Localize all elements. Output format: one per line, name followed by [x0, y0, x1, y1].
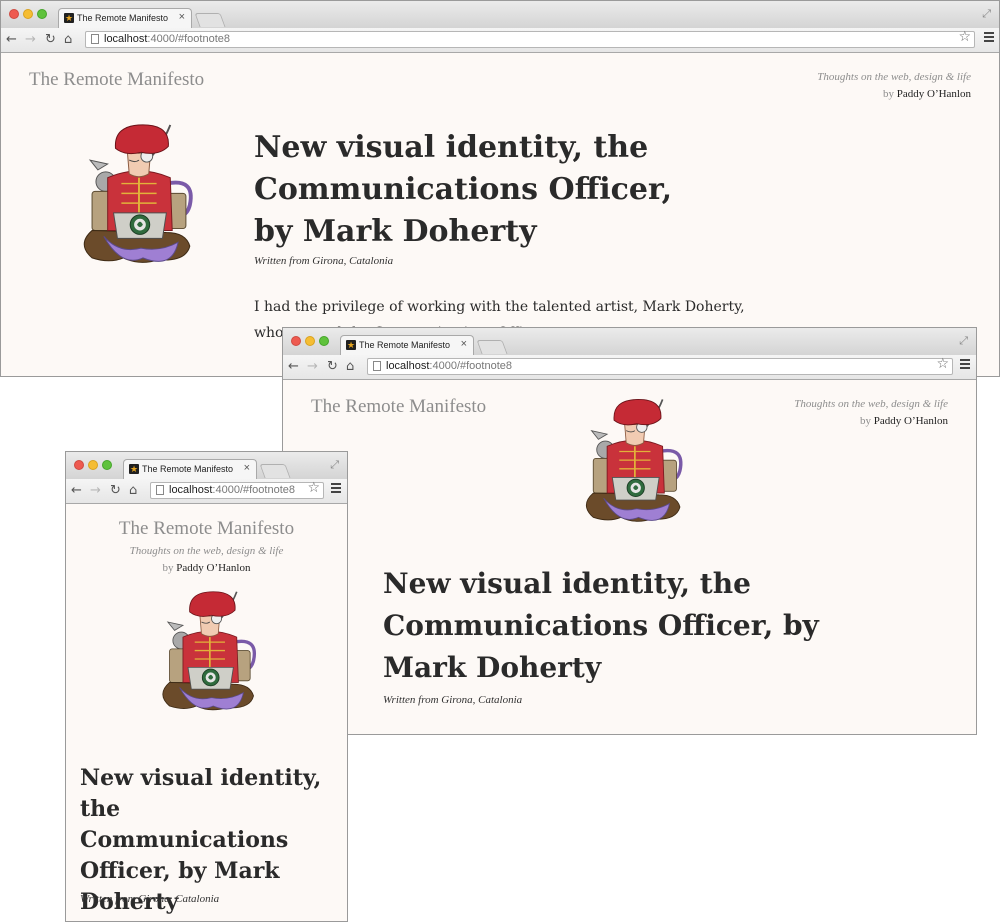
fullscreen-resize-icon[interactable]: ⤢: [959, 334, 968, 348]
tab-close-icon[interactable]: ×: [244, 462, 250, 474]
home-icon[interactable]: ⌂: [129, 483, 137, 498]
url-path: :4000/#footnote8: [429, 360, 512, 372]
minimize-window-icon[interactable]: [23, 9, 33, 19]
browser-window-medium: ★ The Remote Manifesto × ⤢ ← → ↻ ⌂ local…: [282, 327, 977, 735]
article-title: New visual identity, the Communications …: [254, 130, 673, 249]
back-arrow-icon[interactable]: ←: [288, 359, 299, 374]
close-window-icon[interactable]: [9, 9, 19, 19]
back-arrow-icon[interactable]: ←: [71, 483, 82, 498]
written-from: Written from Girona, Catalonia: [254, 255, 394, 267]
menu-icon[interactable]: [331, 483, 341, 493]
browser-tab[interactable]: ★ The Remote Manifesto ×: [58, 8, 192, 28]
page-icon: [156, 485, 164, 495]
url-path: :4000/#footnote8: [212, 484, 295, 496]
zoom-window-icon[interactable]: [37, 9, 47, 19]
forward-arrow-icon[interactable]: →: [90, 483, 101, 498]
fullscreen-resize-icon[interactable]: ⤢: [330, 458, 339, 472]
by-label: by: [860, 415, 871, 427]
communications-officer-illustration: [82, 122, 193, 265]
address-bar[interactable]: localhost:4000/#footnote8 ☆: [367, 357, 953, 375]
minimize-window-icon[interactable]: [88, 460, 98, 470]
menu-icon[interactable]: [960, 359, 970, 369]
site-tagline: Thoughts on the web, design & life: [794, 398, 948, 410]
address-bar[interactable]: localhost:4000/#footnote8 ☆: [150, 481, 324, 499]
site-byline: by Paddy O’Hanlon: [860, 415, 948, 427]
home-icon[interactable]: ⌂: [64, 32, 72, 47]
close-window-icon[interactable]: [74, 460, 84, 470]
communications-officer-illustration: [161, 590, 257, 712]
bookmark-star-icon[interactable]: ☆: [307, 481, 320, 496]
author-link[interactable]: Paddy O’Hanlon: [176, 562, 250, 574]
fullscreen-resize-icon[interactable]: ⤢: [982, 7, 991, 21]
minimize-window-icon[interactable]: [305, 336, 315, 346]
author-link[interactable]: Paddy O’Hanlon: [874, 415, 948, 427]
window-titlebar: ★ The Remote Manifesto × ⤢: [1, 1, 999, 28]
browser-toolbar: ← → ↻ ⌂ localhost:4000/#footnote8 ☆: [66, 479, 347, 504]
address-bar[interactable]: localhost:4000/#footnote8 ☆: [85, 30, 975, 48]
by-label: by: [883, 88, 894, 100]
url-path: :4000/#footnote8: [147, 33, 230, 45]
url-host: localhost: [169, 484, 213, 496]
reload-icon[interactable]: ↻: [45, 32, 56, 47]
site-byline: by Paddy O’Hanlon: [66, 562, 347, 574]
forward-arrow-icon[interactable]: →: [307, 359, 318, 374]
forward-arrow-icon[interactable]: →: [25, 32, 36, 47]
home-icon[interactable]: ⌂: [346, 359, 354, 374]
site-title[interactable]: The Remote Manifesto: [311, 396, 486, 418]
back-arrow-icon[interactable]: ←: [6, 32, 17, 47]
browser-tab[interactable]: ★ The Remote Manifesto ×: [340, 335, 474, 355]
written-from: Written from Girona, Catalonia: [383, 694, 523, 706]
browser-window-narrow: ★ The Remote Manifesto × ⤢ ← → ↻ ⌂ local…: [65, 451, 348, 922]
star-favicon-icon: ★: [64, 13, 74, 23]
menu-icon[interactable]: [984, 32, 994, 42]
new-tab-button[interactable]: [259, 464, 291, 478]
browser-window-wide: ★ The Remote Manifesto × ⤢ ← → ↻ ⌂ local…: [0, 0, 1000, 377]
reload-icon[interactable]: ↻: [110, 483, 121, 498]
window-titlebar: ★ The Remote Manifesto × ⤢: [283, 328, 976, 355]
site-byline: by Paddy O’Hanlon: [883, 88, 971, 100]
star-favicon-icon: ★: [346, 340, 356, 350]
zoom-window-icon[interactable]: [319, 336, 329, 346]
url-host: localhost: [104, 33, 148, 45]
url-host: localhost: [386, 360, 430, 372]
new-tab-button[interactable]: [194, 13, 226, 27]
author-link[interactable]: Paddy O’Hanlon: [897, 88, 971, 100]
written-from: Written from Girona, Catalonia: [80, 893, 220, 905]
browser-tab[interactable]: ★ The Remote Manifesto ×: [123, 459, 257, 479]
browser-toolbar: ← → ↻ ⌂ localhost:4000/#footnote8 ☆: [1, 28, 999, 53]
tab-title: The Remote Manifesto: [142, 464, 234, 474]
tab-close-icon[interactable]: ×: [461, 338, 467, 350]
close-window-icon[interactable]: [291, 336, 301, 346]
page-content: The Remote Manifesto Thoughts on the web…: [66, 504, 347, 921]
article-title: New visual identity, the Communications …: [383, 567, 819, 684]
page-content: The Remote Manifesto Thoughts on the web…: [283, 380, 976, 734]
browser-toolbar: ← → ↻ ⌂ localhost:4000/#footnote8 ☆: [283, 355, 976, 380]
bookmark-star-icon[interactable]: ☆: [958, 30, 971, 45]
tab-close-icon[interactable]: ×: [179, 11, 185, 23]
page-icon: [91, 34, 99, 44]
reload-icon[interactable]: ↻: [327, 359, 338, 374]
site-tagline: Thoughts on the web, design & life: [817, 71, 971, 83]
communications-officer-illustration: [584, 397, 683, 524]
new-tab-button[interactable]: [476, 340, 508, 354]
page-icon: [373, 361, 381, 371]
tab-title: The Remote Manifesto: [77, 13, 169, 23]
site-title[interactable]: The Remote Manifesto: [66, 518, 347, 540]
by-label: by: [162, 562, 174, 574]
star-favicon-icon: ★: [129, 464, 139, 474]
bookmark-star-icon[interactable]: ☆: [936, 357, 949, 372]
site-title[interactable]: The Remote Manifesto: [29, 69, 204, 91]
tab-title: The Remote Manifesto: [359, 340, 451, 350]
zoom-window-icon[interactable]: [102, 460, 112, 470]
window-titlebar: ★ The Remote Manifesto × ⤢: [66, 452, 347, 479]
site-tagline: Thoughts on the web, design & life: [129, 545, 284, 557]
